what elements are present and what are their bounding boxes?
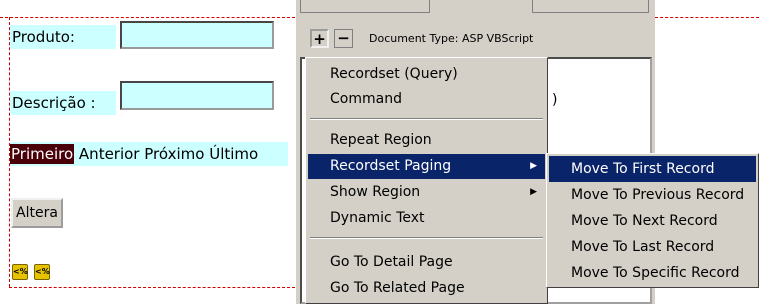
recordset-paging-submenu: Move To First Record Move To Previous Re…	[546, 153, 759, 288]
document-type-label: Document Type: ASP VBScript	[369, 32, 534, 45]
altera-button[interactable]: Altera	[11, 198, 63, 228]
design-border-top-right	[655, 17, 759, 18]
asp-script-icon[interactable]: <%	[12, 264, 28, 280]
nav-previous-link[interactable]: Anterior	[79, 145, 140, 163]
nav-next-link[interactable]: Próximo	[144, 145, 204, 163]
panel-tab[interactable]	[300, 0, 430, 13]
submenu-move-to-first-record[interactable]: Move To First Record	[549, 156, 756, 182]
submenu-arrow-icon: ▶	[530, 187, 537, 197]
asp-script-icon[interactable]: <%	[34, 264, 50, 280]
submenu-move-to-previous-record[interactable]: Move To Previous Record	[549, 182, 756, 208]
produto-field[interactable]	[120, 21, 274, 49]
list-item-fragment: )	[552, 92, 558, 108]
menu-separator	[310, 118, 543, 120]
menu-item-command[interactable]: Command	[308, 87, 545, 112]
menu-item-repeat-region[interactable]: Repeat Region	[308, 128, 545, 153]
descricao-label: Descrição :	[10, 91, 116, 115]
menu-separator	[310, 237, 543, 239]
design-border-bottom	[9, 287, 295, 288]
submenu-move-to-next-record[interactable]: Move To Next Record	[549, 208, 756, 234]
recordset-nav-bar: Primeiro Anterior Próximo Último	[10, 142, 288, 166]
nav-last-link[interactable]: Último	[209, 145, 258, 163]
add-behavior-menu: Recordset (Query) Command Repeat Region …	[305, 57, 548, 304]
design-border-top	[0, 17, 295, 18]
menu-item-recordset[interactable]: Recordset (Query)	[308, 62, 545, 87]
menu-item-go-to-related-page[interactable]: Go To Related Page	[308, 276, 545, 301]
submenu-arrow-icon: ▶	[530, 161, 537, 171]
submenu-move-to-specific-record[interactable]: Move To Specific Record	[549, 260, 756, 286]
menu-item-show-region[interactable]: Show Region ▶	[308, 180, 545, 205]
remove-behavior-button[interactable]: −	[334, 29, 353, 48]
add-behavior-button[interactable]: +	[310, 29, 329, 48]
descricao-field[interactable]	[120, 81, 274, 110]
panel-tab[interactable]	[532, 0, 649, 13]
menu-item-go-to-detail-page[interactable]: Go To Detail Page	[308, 250, 545, 275]
produto-label: Produto:	[10, 25, 116, 49]
menu-item-dynamic-text[interactable]: Dynamic Text	[308, 206, 545, 231]
submenu-move-to-last-record[interactable]: Move To Last Record	[549, 234, 756, 260]
menu-item-recordset-paging[interactable]: Recordset Paging ▶	[308, 154, 545, 179]
nav-first-link[interactable]: Primeiro	[10, 144, 75, 164]
